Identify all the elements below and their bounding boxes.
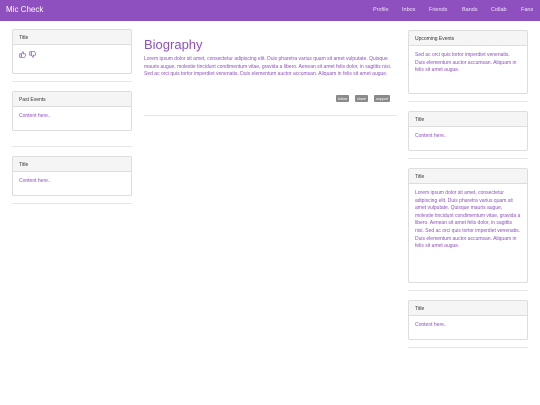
nav-friends[interactable]: Friends <box>429 7 447 13</box>
follow-button[interactable]: follow <box>336 95 350 102</box>
divider <box>12 81 132 82</box>
upcoming-events-panel: Upcoming Events Sed ac orci quis tortor … <box>408 30 528 94</box>
panel-body: Content here.. <box>415 322 447 328</box>
left-panel-content: Title Content here.. <box>12 156 132 196</box>
panel-body: Content here.. <box>19 113 51 119</box>
divider <box>408 101 528 102</box>
right-panel-content-2: Title Content here.. <box>408 300 528 340</box>
divider <box>408 290 528 291</box>
divider <box>408 347 528 348</box>
panel-heading: Past Events <box>13 92 131 107</box>
divider <box>144 115 397 116</box>
panel-heading: Title <box>13 157 131 172</box>
panel-body: Sed ac orci quis tortor imperdiet venena… <box>415 52 517 74</box>
page-title: Biography <box>144 37 203 52</box>
panel-body: Content here.. <box>415 133 447 139</box>
panel-body <box>13 45 131 65</box>
nav-inbox[interactable]: Inbox <box>402 7 415 13</box>
thumbs-up-icon[interactable] <box>19 51 26 58</box>
divider <box>12 203 132 204</box>
biography-text: Lorem ipsum dolor sit amet, consectetur … <box>144 56 392 78</box>
panel-heading: Title <box>13 30 131 45</box>
panel-heading: Title <box>409 169 527 184</box>
thumbs-down-icon[interactable] <box>29 51 37 58</box>
nav-collab[interactable]: Collab <box>491 7 507 13</box>
navbar: Mic Check Profile Inbox Friends Bands Co… <box>0 0 540 21</box>
panel-body: Lorem ipsum dolor sit amet, consectetur … <box>415 190 521 250</box>
nav-fans[interactable]: Fans <box>521 7 533 13</box>
panel-heading: Title <box>409 301 527 316</box>
support-button[interactable]: support <box>374 95 390 102</box>
nav-profile[interactable]: Profile <box>373 7 389 13</box>
panel-body: Content here.. <box>19 178 51 184</box>
panel-heading: Title <box>409 112 527 127</box>
panel-heading: Upcoming Events <box>409 31 527 46</box>
divider <box>12 146 132 147</box>
nav-bands[interactable]: Bands <box>462 7 478 13</box>
past-events-panel: Past Events Content here.. <box>12 91 132 131</box>
right-panel-lorem: Title Lorem ipsum dolor sit amet, consec… <box>408 168 528 283</box>
right-panel-content: Title Content here.. <box>408 111 528 151</box>
divider <box>408 158 528 159</box>
share-button[interactable]: share <box>355 95 368 102</box>
brand-logo[interactable]: Mic Check <box>6 5 43 14</box>
left-panel-title: Title <box>12 29 132 74</box>
